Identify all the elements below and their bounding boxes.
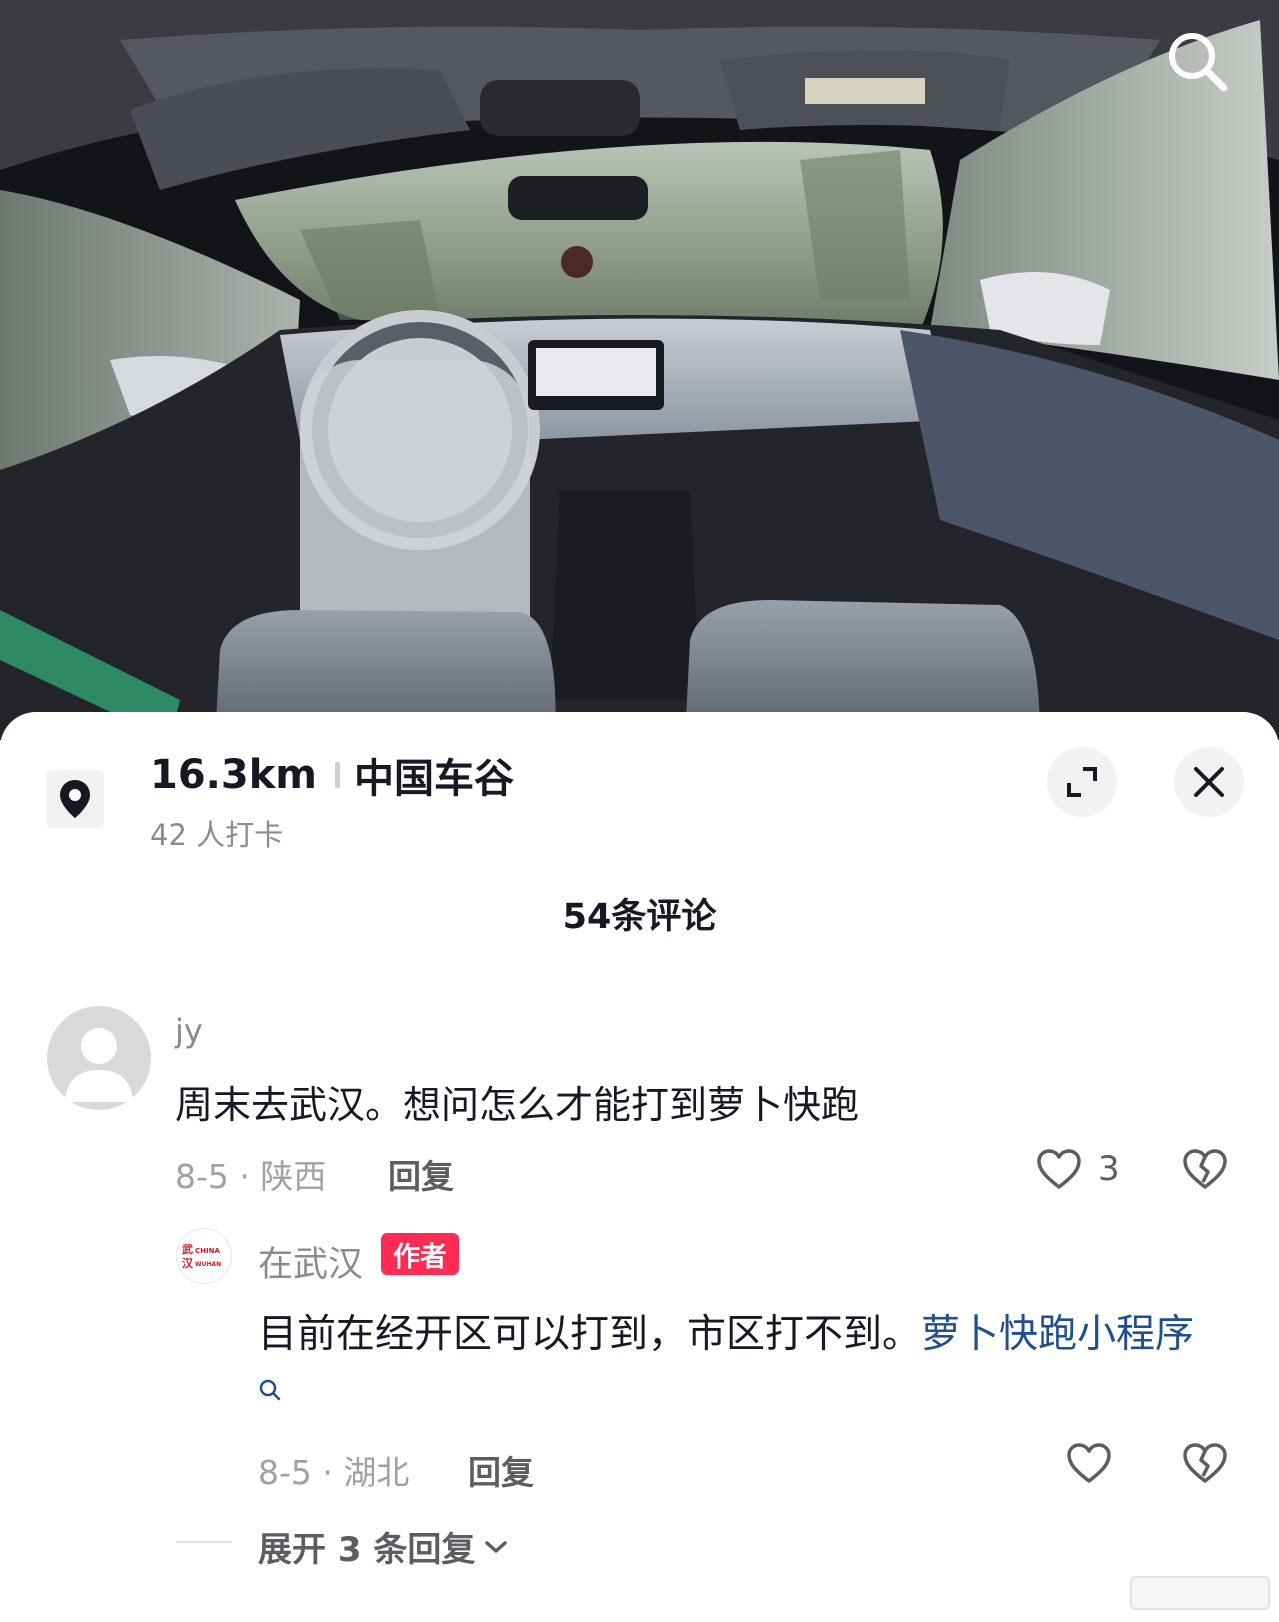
svg-text:汉: 汉 (182, 1256, 194, 1270)
close-icon (1194, 767, 1224, 797)
expand-divider (176, 1541, 232, 1543)
dislike-button[interactable] (1182, 1148, 1228, 1194)
post-photo[interactable] (0, 0, 1279, 740)
comment-text: 周末去武汉。想问怎么才能打到萝卜快跑 (175, 1083, 860, 1127)
reply-date-region: 8-5 · 湖北 (258, 1453, 410, 1492)
comments-header: 54条评论 (562, 897, 717, 937)
title-separator (334, 762, 340, 788)
expand-button[interactable] (1047, 747, 1117, 817)
reply-username[interactable]: 在武汉 (258, 1236, 363, 1287)
reply-text: 目前在经开区可以打到，市区打不到。萝卜快跑小程序 (258, 1302, 1218, 1434)
like-button[interactable] (1066, 1442, 1112, 1488)
expand-icon (1067, 767, 1097, 797)
wuhan-logo: 武 CHINA 汉 WUHAN (182, 1242, 221, 1270)
svg-text:武: 武 (182, 1242, 193, 1256)
location-pin-button[interactable] (46, 770, 104, 828)
car-interior-photo (0, 0, 1279, 740)
chevron-down-icon (485, 1540, 508, 1553)
like-count: 3 (1098, 1149, 1120, 1189)
reply-text-plain: 目前在经开区可以打到，市区打不到。 (258, 1312, 922, 1357)
dislike-button[interactable] (1182, 1442, 1228, 1488)
svg-text:CHINA: CHINA (195, 1247, 220, 1255)
watermark (1130, 1576, 1270, 1610)
mini-program-link-label: 萝卜快跑小程序 (921, 1312, 1195, 1357)
comment-date-region: 8-5 · 陕西 (175, 1157, 327, 1196)
default-avatar-icon (65, 1028, 133, 1102)
author-badge: 作者 (381, 1233, 459, 1275)
reply-button[interactable]: 回复 (388, 1150, 454, 1198)
search-small-icon (259, 1379, 281, 1401)
close-button[interactable] (1174, 747, 1244, 817)
svg-text:WUHAN: WUHAN (195, 1261, 221, 1268)
like-button[interactable]: 3 (1036, 1148, 1120, 1190)
avatar[interactable] (47, 1006, 151, 1110)
dislike-heart-icon (1183, 1443, 1227, 1483)
reply-button[interactable]: 回复 (468, 1446, 534, 1494)
search-icon (1169, 33, 1228, 92)
location-name: 中国车谷 (353, 756, 514, 802)
heart-icon (1037, 1149, 1081, 1189)
location-title[interactable]: 16.3km 中国车谷 (150, 750, 514, 802)
location-distance: 16.3km (150, 752, 317, 798)
location-pin-icon (60, 780, 90, 818)
expand-replies-button[interactable]: 展开 3 条回复 (258, 1522, 509, 1571)
dislike-heart-icon (1183, 1149, 1227, 1189)
checkin-count: 42 人打卡 (150, 818, 284, 852)
author-avatar[interactable]: 武 CHINA 汉 WUHAN (176, 1228, 232, 1284)
search-button[interactable] (1160, 24, 1236, 100)
expand-replies-label: 展开 3 条回复 (258, 1530, 476, 1570)
heart-icon (1067, 1443, 1111, 1483)
comment-username[interactable]: jy (175, 1012, 203, 1050)
